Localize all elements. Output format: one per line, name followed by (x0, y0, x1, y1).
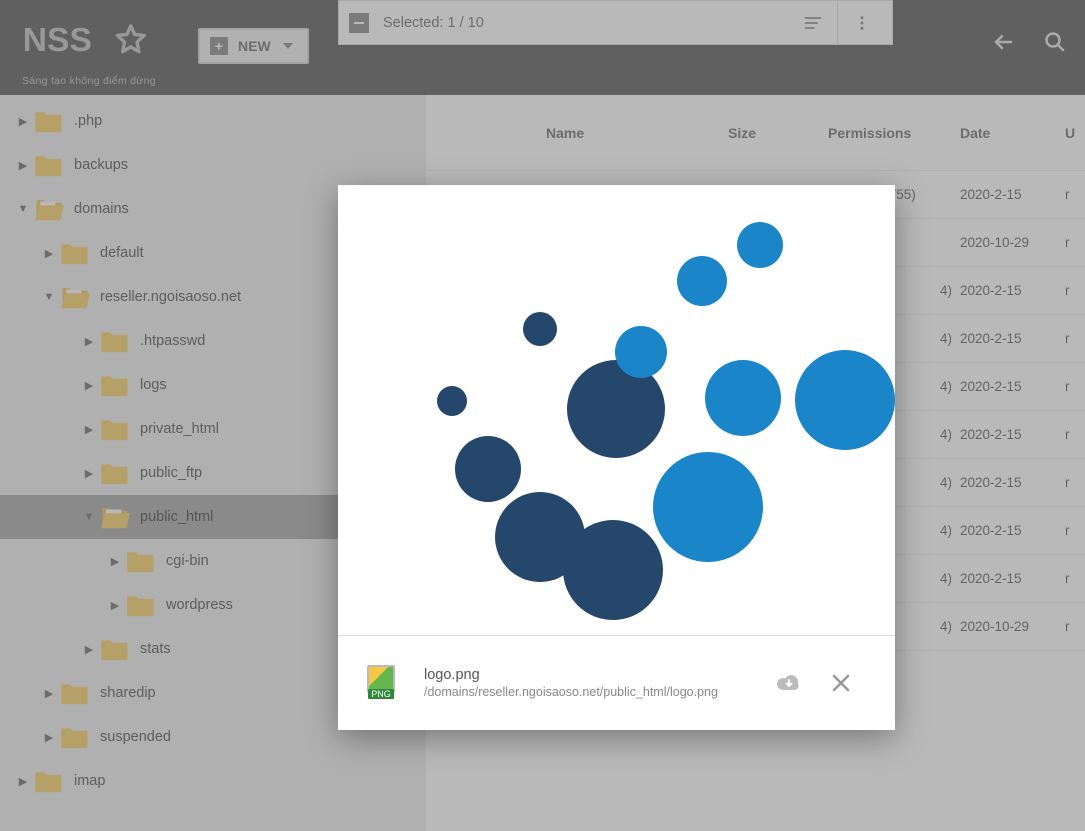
download-button[interactable] (763, 671, 815, 695)
image-file-icon: PNG (366, 665, 396, 701)
close-button[interactable] (815, 671, 867, 695)
preview-dialog: PNG logo.png /domains/reseller.ngoisaoso… (338, 185, 895, 730)
dialog-footer: PNG logo.png /domains/reseller.ngoisaoso… (338, 635, 895, 730)
preview-filename: logo.png (424, 667, 718, 683)
preview-filepath: /domains/reseller.ngoisaoso.net/public_h… (424, 685, 718, 699)
image-preview (338, 185, 895, 635)
